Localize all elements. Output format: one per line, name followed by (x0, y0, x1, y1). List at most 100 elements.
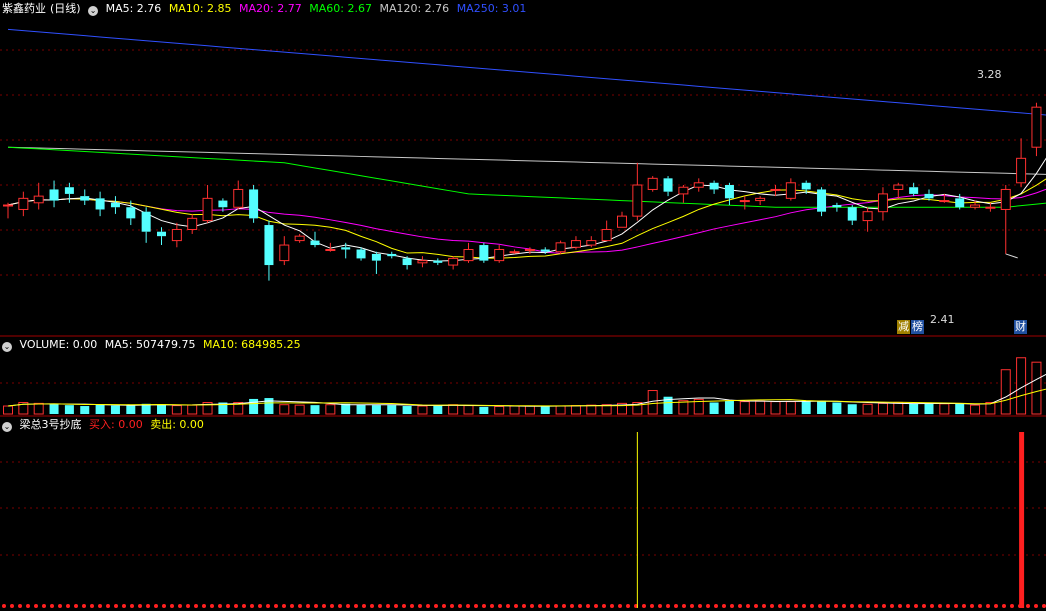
baseline-dot (458, 604, 462, 608)
baseline-dot (570, 604, 574, 608)
volume-ma5-readout: MA5: 507479.75 (104, 338, 196, 351)
ma60-line (7, 146, 1046, 208)
candle-up (171, 228, 182, 242)
collapse-toggle-icon[interactable]: ⌄ (88, 6, 99, 16)
ma60-readout: MA60: 2.67 (309, 2, 372, 15)
candle-up (570, 240, 581, 248)
baseline-dot (666, 604, 670, 608)
ma250-readout: MA250: 3.01 (456, 2, 527, 15)
baseline-dot (162, 604, 166, 608)
baseline-dot (354, 604, 358, 608)
indicator-toggle-icon[interactable]: ⌄ (2, 422, 12, 432)
baseline-dot (898, 604, 902, 608)
candle-up (678, 186, 689, 195)
tag-cai[interactable]: 财 (1014, 320, 1027, 334)
volume-bar-down (310, 405, 320, 414)
baseline-dot (554, 604, 558, 608)
volume-bar-up (417, 405, 428, 415)
baseline-dot (10, 604, 14, 608)
volume-bar-up (325, 404, 336, 415)
candle-up (417, 260, 428, 264)
baseline-dot (682, 604, 686, 608)
baseline-dot (498, 604, 502, 608)
baseline-dot (1002, 604, 1006, 608)
buy-signal-bar (1019, 432, 1025, 608)
volume-bar-down (847, 404, 857, 414)
candle-down (80, 196, 90, 201)
baseline-dot (770, 604, 774, 608)
baseline-dot (714, 604, 718, 608)
baseline-dot (722, 604, 726, 608)
baseline-dot (866, 604, 870, 608)
volume-bar-down (402, 406, 412, 414)
candle-down (832, 205, 842, 208)
volume-toggle-icon[interactable]: ⌄ (2, 342, 12, 352)
baseline-dot (418, 604, 422, 608)
baseline-dot (34, 604, 38, 608)
candle-up (1031, 106, 1042, 148)
volume-bar-down (110, 405, 120, 414)
baseline-dot (298, 604, 302, 608)
baseline-dot (946, 604, 950, 608)
candle-up (647, 177, 658, 190)
candle-down (371, 253, 381, 261)
indicator-name: 梁总3号抄底 (19, 418, 82, 431)
volume-bar-up (1000, 369, 1011, 415)
baseline-dot (962, 604, 966, 608)
candle-up (985, 206, 996, 209)
candle-down (540, 249, 550, 252)
baseline-dot (266, 604, 270, 608)
candle-down (479, 245, 489, 261)
baseline-dot (2, 604, 6, 608)
candle-down (924, 193, 934, 199)
volume-bar-up (33, 402, 44, 415)
candle-down (126, 207, 136, 219)
candle-down (724, 185, 734, 199)
candle-up (33, 195, 44, 204)
tag-bang[interactable]: 榜 (911, 320, 924, 334)
baseline-dot (194, 604, 198, 608)
volume-ma5-line (7, 373, 1046, 407)
volume-bar-down (341, 403, 351, 414)
volume-bar-up (785, 401, 796, 415)
volume-bar-up (770, 401, 781, 415)
candle-up (1016, 157, 1027, 184)
tag-jianchi[interactable]: 减 (897, 320, 910, 334)
candle-up (524, 248, 535, 251)
baseline-dot (186, 604, 190, 608)
volume-bar-down (479, 406, 489, 414)
candle-up (3, 204, 13, 207)
baseline-dot (618, 604, 622, 608)
baseline-dot (602, 604, 606, 608)
volume-bar-down (64, 405, 74, 414)
baseline-dot (858, 604, 862, 608)
baseline-dot (58, 604, 62, 608)
baseline-dot (106, 604, 110, 608)
candle-up (1000, 188, 1011, 210)
volume-bar-down (832, 402, 842, 414)
candle-down (141, 211, 151, 232)
volume-bar-up (448, 404, 459, 415)
baseline-dot (258, 604, 262, 608)
baseline-dot (698, 604, 702, 608)
baseline-dot (514, 604, 518, 608)
candle-down (402, 258, 412, 266)
ma10-line (7, 178, 1046, 259)
volume-bar-down (371, 405, 381, 414)
baseline-dot (826, 604, 830, 608)
stock-name: 紫鑫药业 (2, 2, 46, 15)
candle-up (18, 197, 29, 210)
baseline-dot (314, 604, 318, 608)
ma10-readout: MA10: 2.85 (168, 2, 232, 15)
candle-down (95, 198, 105, 210)
baseline-dot (810, 604, 814, 608)
baseline-dot (426, 604, 430, 608)
baseline-dot (178, 604, 182, 608)
candle-up (785, 182, 796, 199)
candle-down (264, 225, 274, 266)
candle-up (862, 211, 873, 222)
ma20-line (7, 188, 1046, 254)
volume-bar-down (909, 403, 919, 414)
candle-up (279, 244, 290, 262)
candle-up (770, 188, 781, 191)
